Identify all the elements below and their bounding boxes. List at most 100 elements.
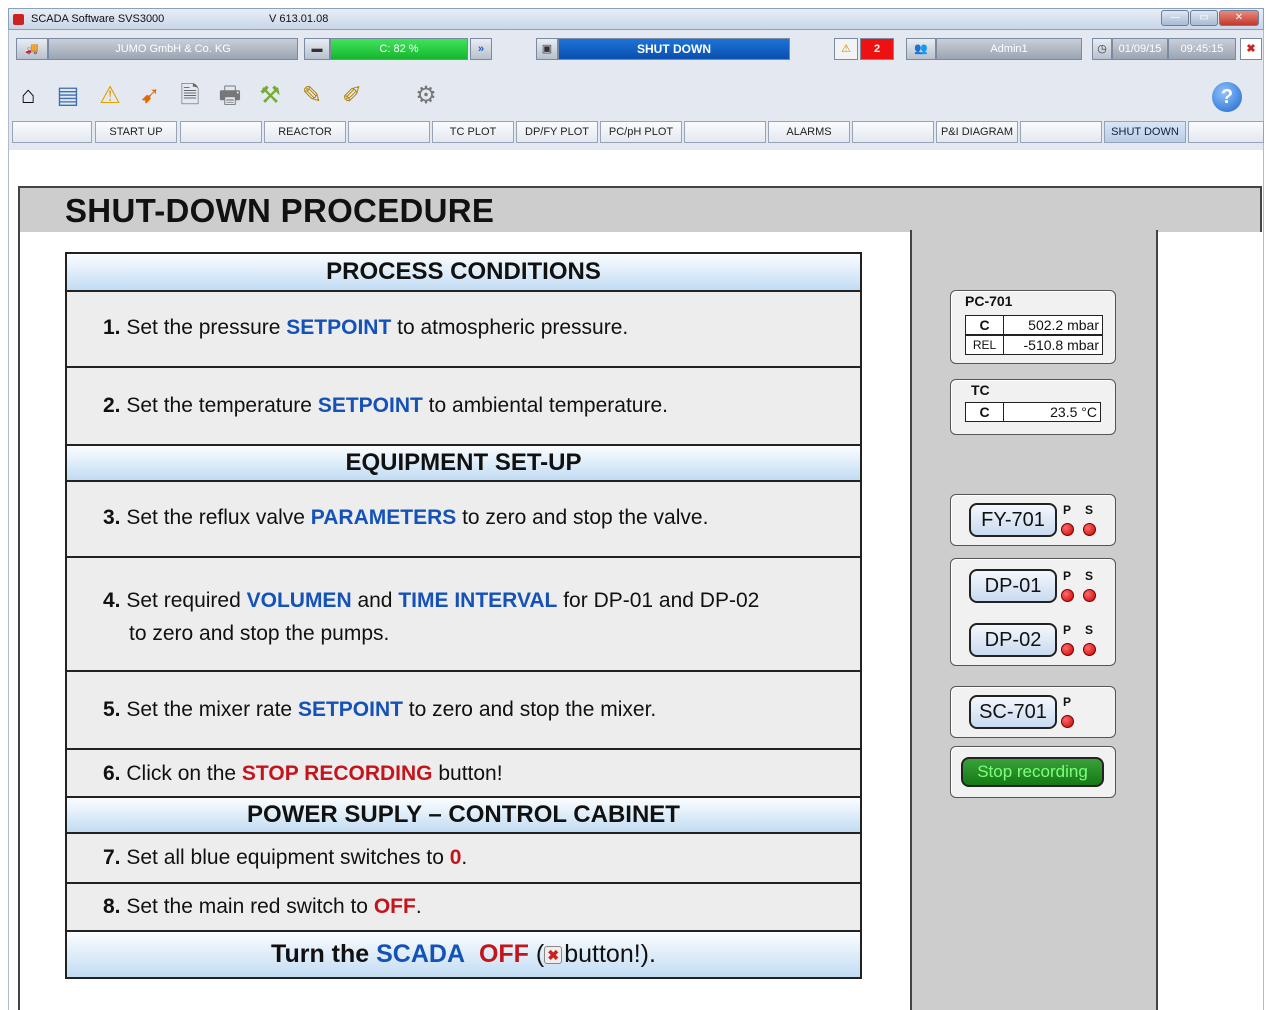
step-text: to ambiental temperature.	[422, 394, 668, 417]
step-2: 2. Set the temperature SETPOINT to ambie…	[67, 368, 860, 446]
section-process-conditions: PROCESS CONDITIONS	[67, 254, 860, 292]
step-3: 3. Set the reflux valve PARAMETERS to ze…	[67, 482, 860, 558]
p-label: P	[1063, 623, 1072, 637]
pc-icon[interactable]: ▬	[304, 38, 330, 60]
nav-empty-7[interactable]	[1188, 121, 1264, 143]
fy701-button[interactable]: FY-701	[969, 503, 1057, 537]
step-text: Turn the	[271, 940, 377, 968]
tc-c-value: 23.5 °C	[1050, 404, 1097, 420]
s-label: S	[1085, 623, 1094, 637]
nav-shut-down[interactable]: SHUT DOWN	[1104, 121, 1186, 143]
sc701-p-led	[1061, 715, 1074, 728]
flame-icon[interactable]: ➹	[134, 80, 166, 112]
device-icon[interactable]: 🚚	[16, 38, 48, 60]
pc701-panel: PC-701 C 502.2 mbar REL -510.8 mbar	[950, 290, 1116, 364]
nav-pi-diagram[interactable]: P&I DIAGRAM	[936, 121, 1018, 143]
pc701-c-label: C	[966, 316, 1004, 334]
step-text: Set the reflux valve	[126, 506, 311, 529]
section-equipment-setup: EQUIPMENT SET-UP	[67, 446, 860, 482]
keyword: 0	[449, 846, 462, 869]
exit-icon[interactable]: ✖	[1240, 38, 1262, 60]
maximize-button[interactable]: ▭	[1190, 10, 1218, 26]
document-icon[interactable]: 🗎	[174, 80, 206, 112]
mode-indicator: SHUT DOWN	[558, 38, 790, 60]
nav-alarms[interactable]: ALARMS	[768, 121, 850, 143]
step-text: to zero and stop the mixer.	[402, 698, 657, 721]
tc-panel: TC C 23.5 °C	[950, 379, 1116, 435]
keyword: SETPOINT	[286, 316, 392, 339]
user-icon[interactable]: 👥	[906, 38, 936, 60]
warning-icon[interactable]: ⚠	[834, 38, 858, 60]
nav-empty-5[interactable]	[852, 121, 934, 143]
pc701-title: PC-701	[965, 293, 1013, 309]
nav-empty-4[interactable]	[684, 121, 766, 143]
fy701-p-led	[1061, 523, 1074, 536]
keyword: PARAMETERS	[310, 506, 457, 529]
step-number: 3.	[103, 506, 121, 529]
s-label: S	[1085, 503, 1094, 517]
step-text: Set the temperature	[126, 394, 318, 417]
pc701-rel-value: -510.8 mbar	[1023, 337, 1099, 353]
pc701-rel-row: REL -510.8 mbar	[965, 335, 1103, 355]
nav-empty-3[interactable]	[348, 121, 430, 143]
nav-empty-6[interactable]	[1020, 121, 1102, 143]
nav-pcph-plot[interactable]: PC/pH PLOT	[600, 121, 682, 143]
settings-gear-icon[interactable]: ⚙	[410, 80, 442, 112]
time-field: 09:45:15	[1168, 38, 1236, 60]
forward-arrows-icon[interactable]: »	[470, 38, 492, 60]
step-text: Set all blue equipment switches to	[126, 846, 450, 869]
fy701-s-led	[1083, 523, 1096, 536]
version-label: V 613.01.08	[269, 13, 329, 25]
keyword: OFF	[478, 940, 529, 968]
stop-recording-button[interactable]: Stop recording	[961, 757, 1104, 787]
help-icon[interactable]: ?	[1212, 82, 1242, 112]
nav-tc-plot[interactable]: TC PLOT	[432, 121, 514, 143]
keyword: VOLUMEN	[246, 589, 352, 612]
step-text: Set the pressure	[126, 316, 287, 339]
step-5: 5. Set the mixer rate SETPOINT to zero a…	[67, 672, 860, 750]
nav-empty-1[interactable]	[12, 121, 92, 143]
wand-doc-icon[interactable]: ✐	[336, 80, 368, 112]
keyword: STOP RECORDING	[241, 762, 433, 785]
close-window-button[interactable]: ✕	[1219, 10, 1259, 26]
dp02-button[interactable]: DP-02	[969, 623, 1057, 657]
window-icon[interactable]: ▣	[536, 38, 558, 60]
printer-icon[interactable]: 🖶	[214, 80, 246, 112]
user-field: Admin1	[936, 38, 1082, 60]
tc-title: TC	[971, 382, 990, 398]
dp01-p-led	[1061, 589, 1074, 602]
alarm-count[interactable]: 2	[860, 38, 894, 60]
nav-dpfy-plot[interactable]: DP/FY PLOT	[516, 121, 598, 143]
sc701-button[interactable]: SC-701	[969, 695, 1057, 729]
capacity-indicator: C: 82 %	[330, 38, 468, 60]
step-text: for DP-01 and DP-02	[557, 589, 760, 612]
nav-empty-2[interactable]	[180, 121, 262, 143]
minimize-button[interactable]: —	[1161, 10, 1189, 26]
dp02-p-led	[1061, 643, 1074, 656]
p-label: P	[1063, 695, 1072, 709]
step-number: 6.	[103, 762, 121, 785]
step-number: 4.	[103, 589, 121, 612]
dp01-button[interactable]: DP-01	[969, 569, 1057, 603]
p-label: P	[1063, 569, 1072, 583]
nav-start-up[interactable]: START UP	[95, 121, 177, 143]
home-icon[interactable]: ⌂	[12, 80, 44, 112]
alert-icon[interactable]: ⚠	[94, 80, 126, 112]
company-field: JUMO GmbH & Co. KG	[48, 38, 298, 60]
nav-reactor[interactable]: REACTOR	[264, 121, 346, 143]
dp02-s-led	[1083, 643, 1096, 656]
step-8: 8. Set the main red switch to OFF.	[67, 884, 860, 932]
wand-icon[interactable]: ✎	[296, 80, 328, 112]
clock-icon: ◷	[1092, 38, 1112, 60]
tools-icon[interactable]: ⚒	[254, 80, 286, 112]
step-text: (	[528, 940, 545, 968]
step-text: Set required	[126, 589, 247, 612]
panel-icon[interactable]: ▤	[52, 80, 84, 112]
step-text: .	[461, 846, 468, 869]
close-icon: ✖	[544, 946, 563, 964]
step-7: 7. Set all blue equipment switches to 0.	[67, 834, 860, 884]
status-bar: 🚚 JUMO GmbH & Co. KG ▬ C: 82 % » ▣ SHUT …	[8, 36, 1264, 64]
step-text: .	[415, 895, 422, 918]
tc-c-label: C	[966, 403, 1004, 421]
keyword: SETPOINT	[297, 698, 403, 721]
